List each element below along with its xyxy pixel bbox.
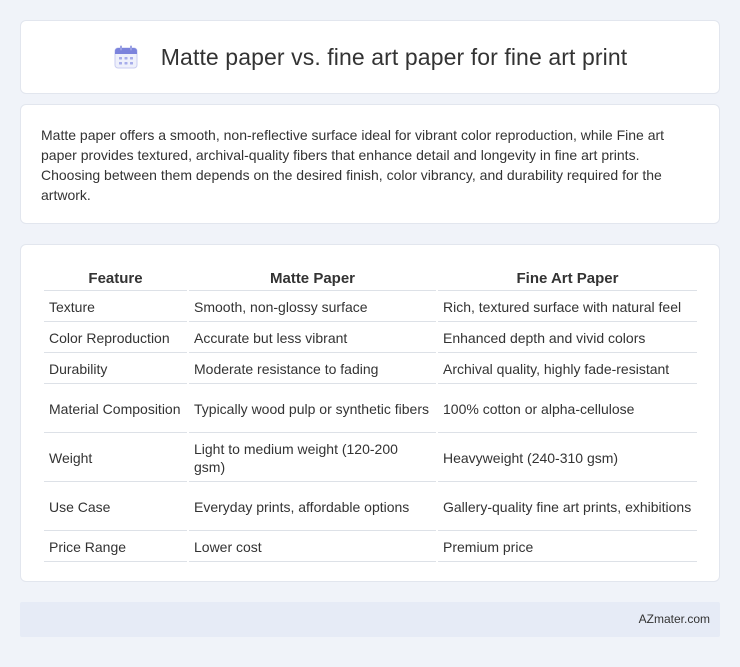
row-fine-art: Archival quality, highly fade-resistant	[438, 355, 697, 384]
row-fine-art: Enhanced depth and vivid colors	[438, 324, 697, 353]
summary-card: Matte paper offers a smooth, non-reflect…	[20, 104, 720, 224]
comparison-table-card: Feature Matte Paper Fine Art Paper Textu…	[20, 244, 720, 582]
row-matte: Moderate resistance to fading	[189, 355, 436, 384]
row-fine-art: 100% cotton or alpha-cellulose	[438, 386, 697, 433]
row-fine-art: Gallery-quality fine art prints, exhibit…	[438, 484, 697, 531]
header-feature: Feature	[44, 267, 187, 291]
footer-brand[interactable]: AZmater.com	[639, 612, 710, 626]
row-matte: Light to medium weight (120-200 gsm)	[189, 435, 436, 482]
header-fine-art-paper: Fine Art Paper	[438, 267, 697, 291]
table-row: Use Case Everyday prints, affordable opt…	[44, 484, 697, 531]
row-feature: Price Range	[44, 533, 187, 562]
summary-text: Matte paper offers a smooth, non-reflect…	[41, 127, 665, 203]
row-fine-art: Heavyweight (240-310 gsm)	[438, 435, 697, 482]
table-row: Weight Light to medium weight (120-200 g…	[44, 435, 697, 482]
row-feature: Durability	[44, 355, 187, 384]
table-row: Durability Moderate resistance to fading…	[44, 355, 697, 384]
table-row: Color Reproduction Accurate but less vib…	[44, 324, 697, 353]
table-row: Texture Smooth, non-glossy surface Rich,…	[44, 293, 697, 322]
row-matte: Smooth, non-glossy surface	[189, 293, 436, 322]
table-row: Material Composition Typically wood pulp…	[44, 386, 697, 433]
row-feature: Texture	[44, 293, 187, 322]
header-matte-paper: Matte Paper	[189, 267, 436, 291]
row-matte: Accurate but less vibrant	[189, 324, 436, 353]
row-matte: Typically wood pulp or synthetic fibers	[189, 386, 436, 433]
calendar-icon	[113, 44, 139, 70]
footer-bar: AZmater.com	[20, 602, 720, 637]
row-matte: Lower cost	[189, 533, 436, 562]
table-header-row: Feature Matte Paper Fine Art Paper	[44, 267, 697, 291]
row-fine-art: Rich, textured surface with natural feel	[438, 293, 697, 322]
page-title: Matte paper vs. fine art paper for fine …	[160, 43, 628, 70]
row-feature: Weight	[44, 435, 187, 482]
row-matte: Everyday prints, affordable options	[189, 484, 436, 531]
comparison-table: Feature Matte Paper Fine Art Paper Textu…	[42, 265, 699, 564]
row-feature: Use Case	[44, 484, 187, 531]
row-fine-art: Premium price	[438, 533, 697, 562]
table-row: Price Range Lower cost Premium price	[44, 533, 697, 562]
title-card: Matte paper vs. fine art paper for fine …	[20, 20, 720, 94]
row-feature: Material Composition	[44, 386, 187, 433]
row-feature: Color Reproduction	[44, 324, 187, 353]
